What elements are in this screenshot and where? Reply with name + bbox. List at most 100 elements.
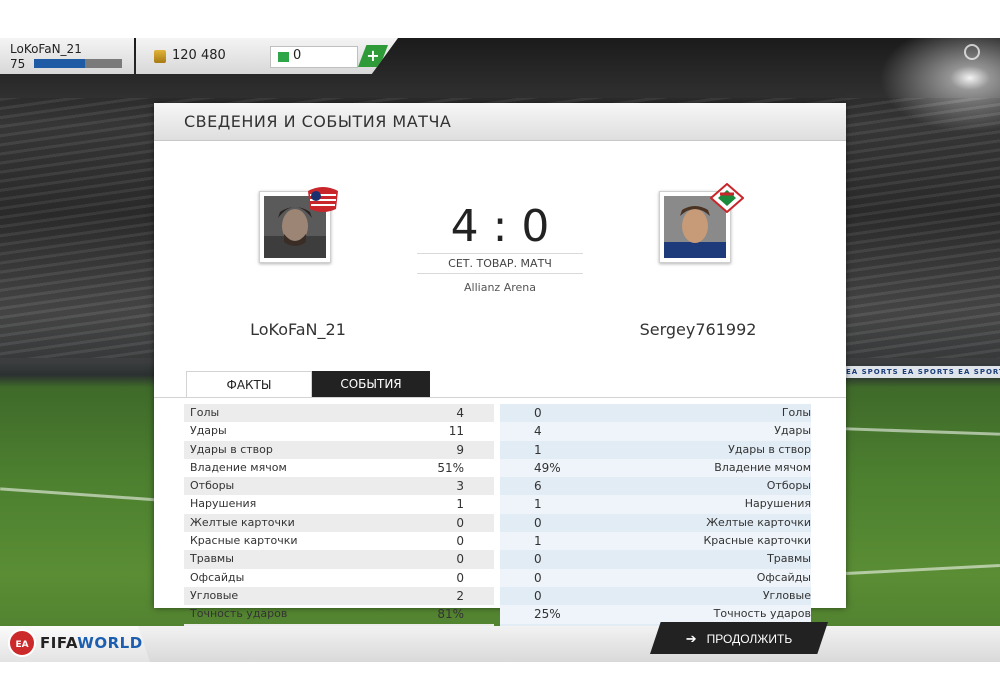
stat-home-value: 1 [456, 497, 464, 512]
match-summary-panel: СВЕДЕНИЯ И СОБЫТИЯ МАТЧА LoKoFaN_21 4 : … [154, 103, 846, 642]
stat-home-label: Желтые карточки [190, 515, 295, 529]
tab-events[interactable]: СОБЫТИЯ [312, 371, 430, 397]
pitch-line [846, 563, 1000, 576]
level-label: 75 [10, 57, 26, 71]
stat-away-label: Удары [774, 424, 811, 438]
logo-world-text: WORLD [77, 634, 143, 652]
stat-away-value: 1 [534, 442, 542, 457]
add-points-button[interactable]: + [358, 45, 388, 67]
stat-home-label: Офсайды [190, 570, 245, 584]
stat-away-label: Владение мячом [714, 460, 811, 474]
stat-away-value: 25% [534, 607, 561, 622]
stat-home-value: 81% [437, 607, 464, 622]
stat-away-label: Отборы [766, 479, 811, 493]
stat-row: Желтые карточки 0 0 Желтые карточки [184, 513, 811, 533]
stat-away-value: 0 [534, 588, 542, 603]
arrow-right-icon: ➔ [685, 631, 697, 646]
stat-home-label: Удары [190, 424, 227, 438]
stat-home-label: Угловые [190, 588, 239, 602]
panel-title: СВЕДЕНИЯ И СОБЫТИЯ МАТЧА [184, 112, 452, 131]
coins-icon [154, 50, 166, 63]
stat-row: Офсайды 0 0 Офсайды [184, 568, 811, 587]
stat-home-value: 3 [456, 479, 464, 494]
fifa-points-icon [278, 52, 289, 62]
stat-away-value: 0 [534, 515, 542, 530]
stat-away-label: Удары в створ [728, 442, 811, 456]
stat-home-value: 0 [456, 552, 464, 567]
fifa-world-logo: FIFAWORLD [40, 634, 143, 652]
fifa-points-box: 0 [270, 46, 358, 68]
settings-icon[interactable] [964, 44, 980, 60]
coins-balance: 120 480 [172, 48, 226, 63]
stat-away-label: Угловые [762, 588, 811, 602]
stat-row: Отборы 3 6 Отборы [184, 477, 811, 496]
stat-away-value: 6 [534, 479, 542, 494]
stat-home-value: 11 [448, 424, 464, 439]
tab-facts[interactable]: ФАКТЫ [186, 371, 312, 398]
stat-away-label: Нарушения [744, 497, 811, 511]
match-score: 4 : 0 [450, 201, 550, 252]
ad-board: EA SPORTS EA SPORTS EA SPORTS EA SPORTS [846, 366, 1000, 378]
stat-away-value: 0 [534, 552, 542, 567]
match-stats-table: Голы 4 0 Голы Удары 11 4 Удары Удары в створ 9 1 Уд… [184, 404, 811, 642]
ea-sports-logo-icon: EA [8, 629, 36, 657]
home-player-name: LoKoFaN_21 [250, 320, 346, 339]
pitch-line [845, 427, 1000, 436]
stat-home-value: 0 [456, 534, 464, 549]
stat-home-label: Отборы [190, 479, 235, 493]
fifa-points-balance: 0 [293, 48, 302, 63]
stat-row: Точность ударов 81% 25% Точность ударов [184, 605, 811, 624]
match-type-label: СЕТ. ТОВАР. МАТЧ [417, 253, 583, 274]
stat-away-value: 1 [534, 497, 542, 512]
stat-home-value: 51% [437, 460, 464, 475]
panel-header: СВЕДЕНИЯ И СОБЫТИЯ МАТЧА [154, 103, 846, 141]
stat-away-label: Красные карточки [703, 534, 811, 548]
stat-away-label: Желтые карточки [706, 515, 811, 529]
stat-away-value: 49% [534, 460, 561, 475]
stat-row: Красные карточки 0 1 Красные карточки [184, 532, 811, 551]
stat-away-label: Голы [781, 406, 811, 419]
xp-progress-bar [34, 59, 122, 68]
continue-button[interactable]: ➔ ПРОДОЛЖИТЬ [650, 622, 828, 654]
username-label: LoKoFaN_21 [10, 42, 82, 56]
stat-row: Удары 11 4 Удары [184, 422, 811, 441]
brand-area: EA FIFAWORLD [0, 626, 150, 662]
stat-away-value: 0 [534, 570, 542, 585]
stat-row: Владение мячом 51% 49% Владение мячом [184, 458, 811, 478]
stat-home-label: Травмы [190, 552, 234, 566]
stat-home-label: Удары в створ [190, 442, 273, 456]
currency-hud: 120 480 0 + [136, 38, 398, 74]
stat-home-label: Голы [190, 406, 220, 419]
pitch-line [0, 487, 160, 502]
stat-row: Травмы 0 0 Травмы [184, 550, 811, 569]
away-club-badge-icon [710, 183, 744, 213]
stat-home-value: 4 [456, 406, 464, 420]
bottom-bar: EA FIFAWORLD [0, 626, 1000, 662]
stat-away-label: Травмы [767, 552, 811, 566]
stat-home-value: 2 [456, 588, 464, 603]
stat-row: Удары в створ 9 1 Удары в створ [184, 440, 811, 459]
stadium-label: Allianz Arena [464, 281, 536, 294]
stat-home-label: Владение мячом [190, 460, 287, 474]
stat-away-value: 0 [534, 406, 542, 420]
home-club-badge-icon [308, 187, 338, 212]
logo-fifa-text: FIFA [40, 634, 78, 652]
stat-home-value: 0 [456, 515, 464, 530]
stat-home-value: 9 [456, 442, 464, 457]
stat-home-label: Точность ударов [190, 607, 288, 621]
stat-home-value: 0 [456, 570, 464, 585]
stat-row: Голы 4 0 Голы [184, 404, 811, 423]
stat-home-label: Красные карточки [190, 534, 298, 548]
stat-away-value: 4 [534, 424, 542, 439]
stat-away-label: Офсайды [756, 570, 811, 584]
stat-row: Нарушения 1 1 Нарушения [184, 495, 811, 514]
stat-row: Угловые 2 0 Угловые [184, 586, 811, 606]
profile-hud[interactable]: LoKoFaN_21 75 [0, 38, 134, 74]
stat-home-label: Нарушения [190, 497, 257, 511]
xp-progress-fill [34, 59, 86, 68]
stat-away-value: 1 [534, 534, 542, 549]
stat-away-label: Точность ударов [713, 607, 811, 621]
game-screen: EA SPORTS EA SPORTS EA SPORTS EA SPORTS … [0, 38, 1000, 662]
away-player-name: Sergey761992 [639, 320, 757, 339]
tab-divider [154, 397, 846, 398]
